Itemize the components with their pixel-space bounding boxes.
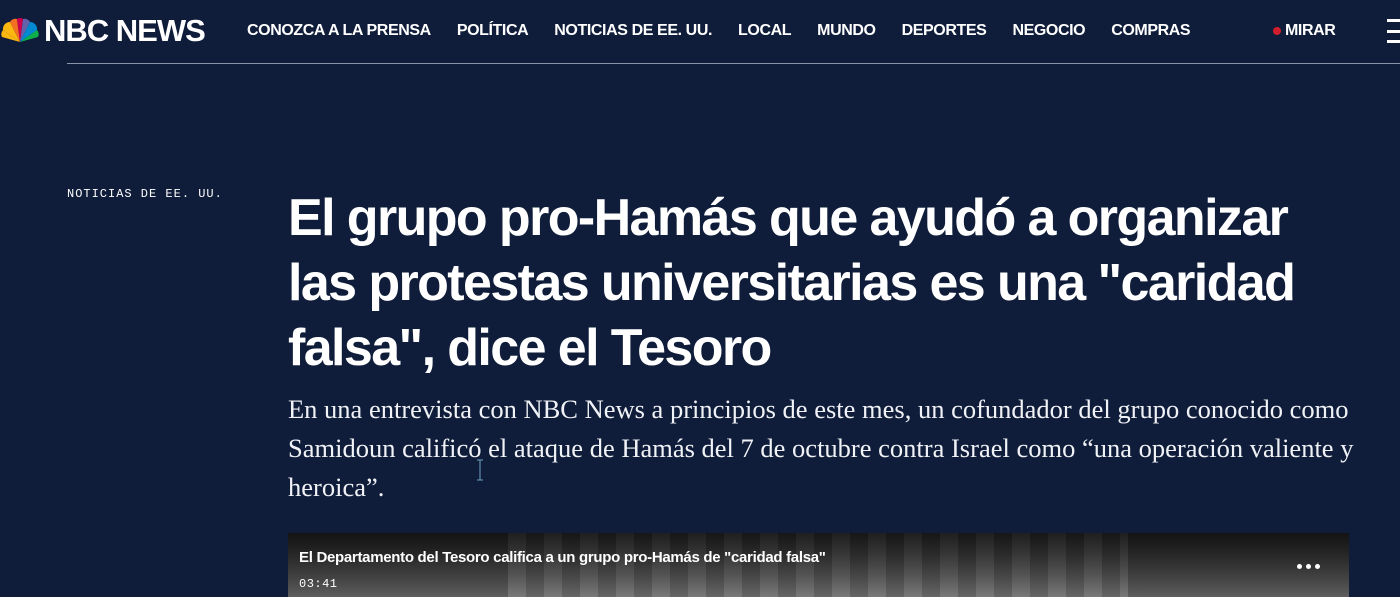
dot — [1297, 564, 1302, 569]
menu-bar — [1387, 19, 1400, 22]
text-cursor-icon — [477, 459, 483, 481]
dot — [1315, 564, 1320, 569]
watch-button[interactable]: MIRAR — [1273, 20, 1336, 42]
peacock-icon — [1, 18, 39, 42]
video-duration: 03:41 — [299, 577, 338, 591]
article-dek: En una entrevista con NBC News a princip… — [288, 394, 1354, 502]
hamburger-menu-icon[interactable] — [1387, 19, 1400, 43]
brand-name: NBC NEWS — [44, 13, 206, 48]
menu-bar — [1387, 29, 1400, 33]
nav-item-noticias-eeuu[interactable]: NOTICIAS DE EE. UU. — [554, 20, 712, 42]
dot — [1306, 564, 1311, 569]
nav-item-politica[interactable]: POLÍTICA — [457, 20, 529, 42]
ellipsis-icon[interactable] — [1297, 564, 1320, 569]
video-player[interactable]: El Departamento del Tesoro califica a un… — [288, 533, 1349, 597]
nav-item-negocio[interactable]: NEGOCIO — [1012, 20, 1085, 42]
watch-label: MIRAR — [1285, 22, 1336, 39]
header-divider — [67, 63, 1400, 64]
section-label[interactable]: NOTICIAS DE EE. UU. — [67, 187, 223, 201]
main-nav: CONOZCA A LA PRENSA POLÍTICA NOTICIAS DE… — [247, 20, 1216, 42]
top-navigation-bar: NBC NEWS CONOZCA A LA PRENSA POLÍTICA NO… — [0, 0, 1400, 63]
nav-item-mundo[interactable]: MUNDO — [817, 20, 876, 42]
nav-item-compras[interactable]: COMPRAS — [1111, 20, 1190, 42]
live-dot-icon — [1273, 27, 1281, 35]
article-headline: El grupo pro-Hamás que ayudó a organizar… — [288, 189, 1296, 377]
nav-item-conozca-a-la-prensa[interactable]: CONOZCA A LA PRENSA — [247, 20, 431, 42]
nav-item-deportes[interactable]: DEPORTES — [902, 20, 987, 42]
video-title: El Departamento del Tesoro califica a un… — [299, 549, 826, 566]
nav-item-local[interactable]: LOCAL — [738, 20, 792, 42]
nbc-news-logo[interactable]: NBC NEWS — [0, 13, 206, 48]
menu-bar — [1387, 40, 1400, 43]
